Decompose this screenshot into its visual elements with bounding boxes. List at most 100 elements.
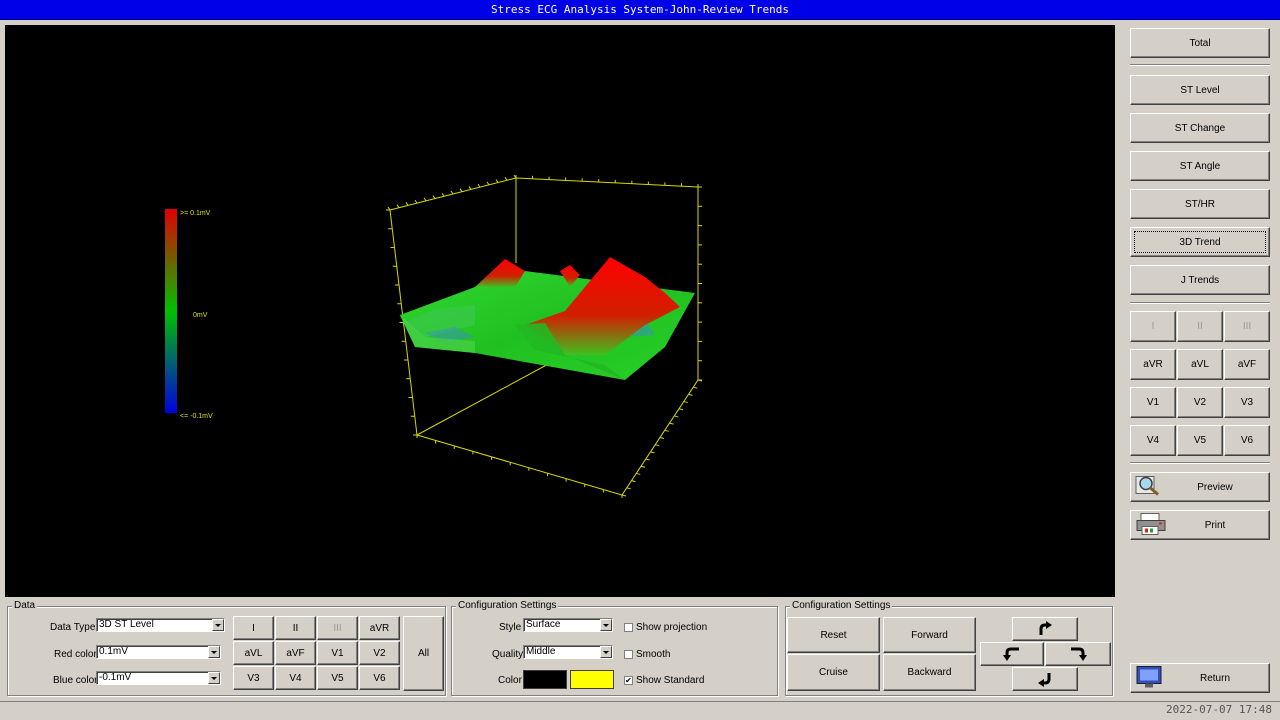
reset-button[interactable]: Reset [787,617,880,653]
data-type-select[interactable]: 3D ST Level [96,618,225,632]
forward-label: Forward [911,629,948,641]
rotate-right-button[interactable] [1045,642,1111,666]
sidebar-lead-ii-button[interactable]: II [1177,311,1223,342]
axis-tick [650,451,655,454]
data-lead-i-button[interactable]: I [233,616,274,640]
axis-tick [405,202,409,206]
all-leads-button[interactable]: All [403,616,444,691]
3d-viewport[interactable]: >= 0.1mV 0mV <= -0.1mV [5,25,1115,597]
show-standard-checkbox[interactable]: ✔ [624,676,633,685]
st-angle-button[interactable]: ST Angle [1130,151,1270,181]
data-lead-avl-button[interactable]: aVL [233,641,274,665]
st-change-button[interactable]: ST Change [1130,113,1270,143]
chevron-down-icon[interactable] [212,619,224,631]
print-button[interactable]: Print [1130,510,1270,540]
3d-plot[interactable]: >= 0.1mV 0mV <= -0.1mV [5,25,1115,597]
data-lead-iii-button[interactable]: III [317,616,358,640]
config-group-title: Configuration Settings [456,600,559,612]
lead-label: I [1151,321,1155,332]
st-surface [400,257,695,380]
backward-button[interactable]: Backward [883,654,976,691]
data-lead-v1-button[interactable]: V1 [317,641,358,665]
rotate-down-button[interactable] [1012,667,1078,691]
lead-label: V2 [1193,397,1207,408]
sidebar-lead-i-button[interactable]: I [1130,311,1176,342]
legend-min-label: <= -0.1mV [180,413,213,420]
sidebar-lead-v5-button[interactable]: V5 [1177,425,1223,456]
quality-label: Quality [492,649,524,660]
rotate-left-button[interactable] [980,642,1044,666]
j-trends-button[interactable]: J Trends [1130,265,1270,295]
sidebar-lead-v4-button[interactable]: V4 [1130,425,1176,456]
sidebar-lead-v6-button[interactable]: V6 [1224,425,1270,456]
window-title: Stress ECG Analysis System-John-Review T… [490,3,789,16]
style-label: Style [499,622,522,633]
quality-value: Middle [526,646,556,657]
data-lead-avf-button[interactable]: aVF [275,641,316,665]
forward-button[interactable]: Forward [883,617,976,653]
st-angle-label: ST Angle [1179,160,1221,172]
data-lead-v2-button[interactable]: V2 [359,641,400,665]
st-hr-button[interactable]: ST/HR [1130,189,1270,219]
axis-tick [486,181,490,186]
status-datetime: 2022-07-07 17:48 [1166,703,1272,716]
cruise-button[interactable]: Cruise [787,654,880,691]
style-select[interactable]: Surface [523,618,613,632]
rotate-left-icon [1003,647,1019,661]
axis-tick [468,186,472,190]
st-level-button[interactable]: ST Level [1130,75,1270,105]
sidebar-lead-v2-button[interactable]: V2 [1177,387,1223,418]
chevron-down-icon[interactable] [600,646,612,658]
smooth-checkbox[interactable] [624,650,633,659]
sidebar-lead-avf-button[interactable]: aVF [1224,349,1270,380]
quality-select[interactable]: Middle [523,645,613,659]
sidebar-lead-avl-button[interactable]: aVL [1177,349,1223,380]
lead-label: V3 [1240,397,1254,408]
background-color-swatch[interactable] [523,670,567,689]
data-lead-v6-button[interactable]: V6 [359,666,400,690]
total-button[interactable]: Total [1130,28,1270,58]
axis-tick [674,415,679,418]
legend-max-label: >= 0.1mV [180,210,211,217]
st-level-label: ST Level [1180,84,1220,96]
3d-trend-button[interactable]: 3D Trend [1130,227,1270,257]
sidebar-lead-iii-button[interactable]: III [1224,311,1270,342]
sidebar-lead-v3-button[interactable]: V3 [1224,387,1270,418]
blue-color-select[interactable]: -0.1mV [96,671,221,685]
foreground-color-swatch[interactable] [570,670,614,689]
rotate-right-icon [1071,647,1087,661]
axis-tick [645,458,650,461]
axis-tick [450,190,454,195]
return-button[interactable]: Return [1130,663,1270,693]
magnifier-icon [1135,475,1161,500]
lead-label: II [292,622,299,634]
data-lead-v4-button[interactable]: V4 [275,666,316,690]
preview-label: Preview [1197,481,1233,493]
monitor-return-icon [1135,665,1165,692]
show-projection-checkbox[interactable] [624,623,633,632]
axis-tick [659,437,665,439]
config-group-title: Configuration Settings [790,600,893,612]
sidebar-lead-v1-button[interactable]: V1 [1130,387,1176,418]
data-group-title: Data [12,600,38,612]
sidebar-lead-avr-button[interactable]: aVR [1130,349,1176,380]
rotate-up-button[interactable] [1012,617,1078,641]
lead-label: aVL [244,647,263,659]
axis-tick [423,197,427,202]
lead-label: V5 [1193,435,1207,446]
sidebar-divider [1130,64,1270,66]
lead-label: III [333,622,342,634]
chevron-down-icon[interactable] [208,646,220,658]
lead-label: V3 [247,672,260,684]
data-lead-v3-button[interactable]: V3 [233,666,274,690]
data-lead-ii-button[interactable]: II [275,616,316,640]
data-lead-avr-button[interactable]: aVR [359,616,400,640]
chevron-down-icon[interactable] [208,672,220,684]
red-color-select[interactable]: 0.1mV [96,645,221,659]
axis-tick [621,494,627,497]
st-change-label: ST Change [1174,122,1226,134]
data-lead-v5-button[interactable]: V5 [317,666,358,690]
axis-tick [693,386,698,389]
preview-button[interactable]: Preview [1130,472,1270,502]
chevron-down-icon[interactable] [600,619,612,631]
